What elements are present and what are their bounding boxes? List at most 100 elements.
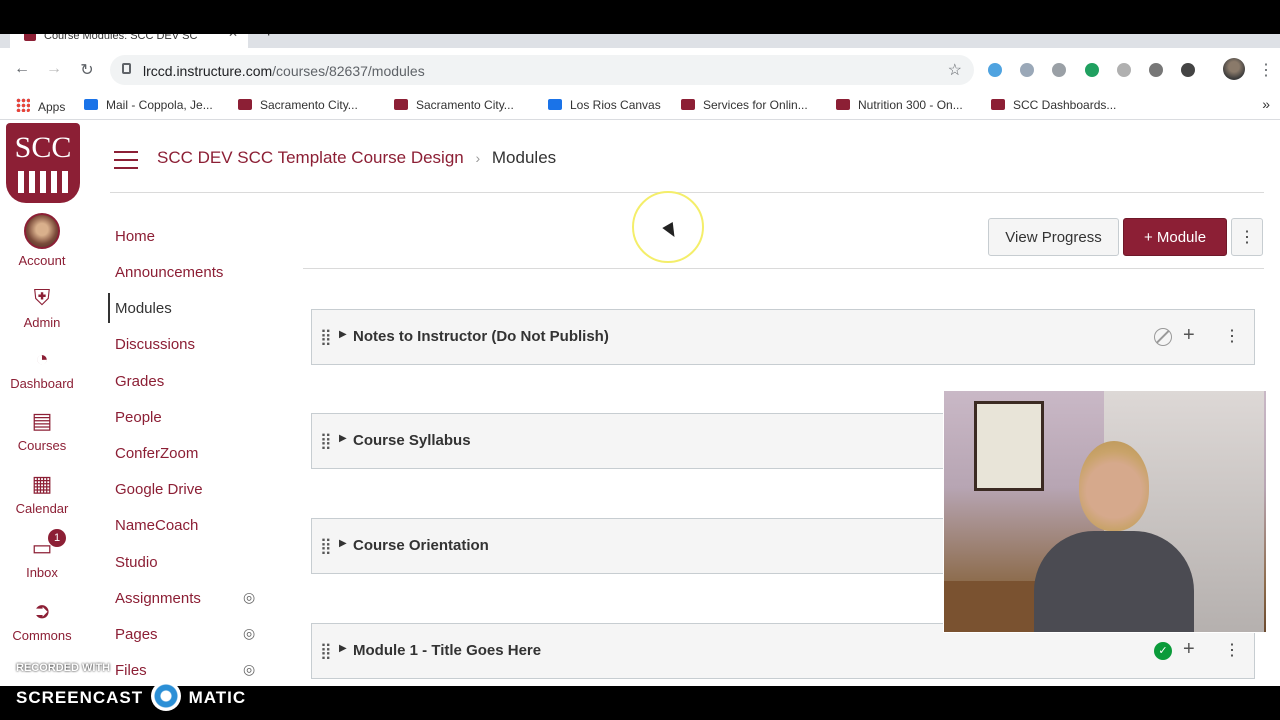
url-text: lrccd.instructure.com/courses/82637/modu…	[143, 63, 425, 79]
course-nav-people[interactable]: People	[115, 409, 162, 426]
courses-book-icon: ▤	[31, 408, 53, 433]
bookmark-label: Los Rios Canvas	[570, 98, 661, 112]
course-menu-toggle-icon[interactable]	[114, 151, 138, 175]
webcam-overlay	[943, 390, 1267, 633]
global-nav-courses[interactable]: ▤ Courses	[0, 408, 84, 453]
global-nav-commons[interactable]: ➲ Commons	[0, 598, 84, 643]
extension-circle-icon[interactable]	[1181, 63, 1195, 77]
course-nav-assignments[interactable]: Assignments	[115, 590, 201, 607]
course-nav-studio[interactable]: Studio	[115, 554, 158, 571]
bookmark-apps[interactable]: Apps	[16, 98, 65, 114]
drag-handle-icon[interactable]: ⣿	[320, 327, 332, 347]
course-nav-pages[interactable]: Pages	[115, 626, 158, 643]
course-nav-modules[interactable]: Modules	[115, 300, 172, 317]
add-module-button[interactable]: + Module	[1123, 218, 1227, 256]
hidden-eye-icon: ◎	[243, 661, 256, 677]
course-nav-announcements[interactable]: Announcements	[115, 264, 223, 281]
global-nav-admin[interactable]: ⛨ Admin	[0, 285, 84, 330]
browser-menu-icon[interactable]: ⋮	[1258, 60, 1274, 80]
bookmark-nutrition[interactable]: Nutrition 300 - On...	[836, 98, 963, 112]
global-nav-label: Dashboard	[10, 376, 74, 391]
unpublished-status-icon[interactable]	[1154, 328, 1172, 346]
calendar-icon: ▦	[31, 471, 53, 496]
bookmark-star-icon[interactable]: ☆	[948, 60, 962, 80]
course-nav-discussions[interactable]: Discussions	[115, 336, 195, 353]
expand-caret-icon[interactable]: ▶	[339, 329, 347, 340]
view-progress-button[interactable]: View Progress	[988, 218, 1119, 256]
extension-grammarly-icon[interactable]	[1085, 63, 1099, 77]
drag-handle-icon[interactable]: ⣿	[320, 536, 332, 556]
course-nav-grades[interactable]: Grades	[115, 373, 164, 390]
course-nav-files[interactable]: Files	[115, 662, 147, 679]
scc-icon	[238, 99, 252, 110]
breadcrumb-current-page: Modules	[491, 148, 557, 167]
browser-toolbar: ← → ↻ lrccd.instructure.com/courses/8263…	[0, 48, 1280, 92]
dashboard-gauge-icon: ◔	[35, 346, 49, 371]
course-nav-home[interactable]: Home	[115, 228, 155, 245]
course-nav-conferzoom[interactable]: ConferZoom	[115, 445, 198, 462]
expand-caret-icon[interactable]: ▶	[339, 643, 347, 654]
breadcrumb-separator-icon: ›	[475, 150, 481, 166]
scc-icon	[836, 99, 850, 110]
global-nav-inbox[interactable]: ▭ 1 Inbox	[0, 529, 84, 580]
published-check-icon[interactable]: ✓	[1154, 642, 1172, 660]
expand-caret-icon[interactable]: ▶	[339, 538, 347, 549]
tab-title: Course Modules: SCC DEV SC	[44, 34, 198, 42]
hidden-eye-icon: ◎	[243, 589, 256, 605]
breadcrumb: SCC DEV SCC Template Course Design › Mod…	[157, 148, 556, 168]
module-title: Module 1 - Title Goes Here	[353, 642, 542, 659]
bookmark-scc-dashboards[interactable]: SCC Dashboards...	[991, 98, 1116, 112]
add-item-icon[interactable]: +	[1183, 324, 1195, 347]
extension-cloud-icon[interactable]	[988, 63, 1002, 77]
bookmarks-bar: Apps Mail - Coppola, Je... Sacramento Ci…	[0, 92, 1280, 120]
bookmark-label: Sacramento City...	[416, 98, 514, 112]
address-bar[interactable]: lrccd.instructure.com/courses/82637/modu…	[110, 55, 974, 85]
bookmark-sacramento-city-2[interactable]: Sacramento City...	[394, 98, 514, 112]
browser-tab[interactable]: Course Modules: SCC DEV SC	[10, 34, 248, 48]
global-nav-label: Courses	[17, 438, 67, 453]
add-item-icon[interactable]: +	[1183, 638, 1195, 661]
extension-gray-icon[interactable]	[1117, 63, 1131, 77]
global-nav-label: Calendar	[15, 501, 69, 516]
module-menu-icon[interactable]: ⋮	[1224, 326, 1240, 346]
breadcrumb-course-link[interactable]: SCC DEV SCC Template Course Design	[157, 148, 464, 167]
close-tab-icon[interactable]: ✕	[228, 34, 238, 40]
forward-icon[interactable]: →	[44, 60, 64, 78]
new-tab-icon[interactable]: +	[264, 34, 273, 42]
bookmark-services[interactable]: Services for Onlin...	[681, 98, 808, 112]
back-icon[interactable]: ←	[12, 60, 32, 78]
favicon-icon	[24, 34, 36, 41]
expand-caret-icon[interactable]: ▶	[339, 433, 347, 444]
extension-w-icon[interactable]	[1149, 63, 1163, 77]
modules-options-icon[interactable]: ⋮	[1231, 218, 1263, 256]
global-nav-account[interactable]: Account	[0, 213, 84, 268]
drag-handle-icon[interactable]: ⣿	[320, 431, 332, 451]
extension-drive-icon[interactable]	[1052, 63, 1066, 77]
module-title: Course Orientation	[353, 537, 489, 554]
drag-handle-icon[interactable]: ⣿	[320, 641, 332, 661]
global-nav-calendar[interactable]: ▦ Calendar	[0, 471, 84, 516]
scc-logo[interactable]: SCC	[6, 123, 80, 203]
reload-icon[interactable]: ↻	[77, 60, 97, 80]
inbox-unread-badge: 1	[48, 529, 66, 547]
module-header[interactable]: ⣿ ▶ Notes to Instructor (Do Not Publish)…	[311, 309, 1255, 365]
module-menu-icon[interactable]: ⋮	[1224, 640, 1240, 660]
logo-text: SCC	[14, 131, 72, 164]
avatar	[24, 213, 60, 249]
bookmark-los-rios-canvas[interactable]: Los Rios Canvas	[548, 98, 661, 112]
webcam-background-desk	[944, 581, 1044, 632]
bookmark-label: Apps	[38, 100, 66, 114]
course-nav-namecoach[interactable]: NameCoach	[115, 517, 198, 534]
course-nav-google-drive[interactable]: Google Drive	[115, 481, 203, 498]
profile-avatar[interactable]	[1223, 58, 1245, 80]
bookmark-mail[interactable]: Mail - Coppola, Je...	[84, 98, 213, 112]
global-nav-label: Inbox	[26, 565, 58, 580]
bookmarks-more-icon[interactable]: »	[1262, 96, 1270, 112]
bookmark-sacramento-city-1[interactable]: Sacramento City...	[238, 98, 358, 112]
global-nav-dashboard[interactable]: ◔ Dashboard	[0, 346, 84, 391]
extension-dropbox-icon[interactable]	[1020, 63, 1034, 77]
url-host: lrccd.instructure.com	[143, 63, 273, 79]
bookmark-label: SCC Dashboards...	[1013, 98, 1117, 112]
webcam-presenter	[1034, 431, 1194, 632]
lock-icon	[122, 63, 131, 74]
